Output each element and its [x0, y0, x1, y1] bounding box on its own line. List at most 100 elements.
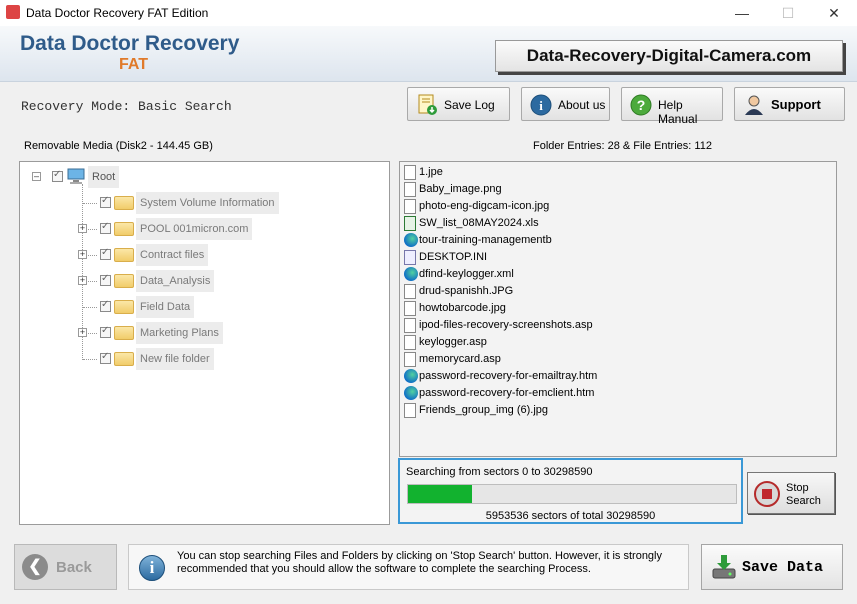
file-list-item[interactable]: ipod-files-recovery-screenshots.asp: [402, 317, 832, 334]
website-banner[interactable]: Data-Recovery-Digital-Camera.com: [495, 40, 843, 72]
file-name: keylogger.asp: [419, 336, 487, 348]
edge-icon: [404, 233, 418, 247]
file-name: DESKTOP.INI: [419, 251, 488, 263]
file-icon: [404, 318, 416, 333]
folder-tree[interactable]: – Root System Volume Information + POOL 00…: [19, 161, 390, 525]
file-icon: [404, 301, 416, 316]
maximize-button[interactable]: ☐: [765, 0, 811, 26]
media-label: Removable Media (Disk2 - 144.45 GB): [24, 140, 213, 152]
tree-folder-label: Contract files: [136, 244, 209, 266]
tree-folder-label: System Volume Information: [136, 192, 279, 214]
folder-checkbox[interactable]: [100, 247, 111, 260]
file-list-item[interactable]: howtobarcode.jpg: [402, 300, 832, 317]
folder-checkbox[interactable]: [100, 351, 111, 364]
about-us-button[interactable]: i About us: [521, 87, 610, 121]
back-button[interactable]: ❮ Back: [14, 544, 117, 590]
folder-icon: [114, 300, 134, 314]
file-name: Baby_image.png: [419, 183, 502, 195]
tree-root[interactable]: – Root: [30, 166, 230, 188]
save-log-label: Save Log: [444, 98, 495, 112]
folder-icon: [114, 326, 134, 340]
sector-count-text: 5953536 sectors of total 30298590: [485, 510, 656, 522]
file-list-item[interactable]: password-recovery-for-emailtray.htm: [402, 368, 832, 385]
svg-text:i: i: [539, 98, 543, 113]
stop-label-line2: Search: [786, 495, 821, 507]
back-arrow-icon: ❮: [22, 554, 48, 580]
folder-checkbox[interactable]: [100, 221, 111, 234]
tree-folder-item[interactable]: + Contract files: [58, 244, 358, 266]
expand-folder-button[interactable]: +: [78, 250, 87, 259]
expand-folder-button[interactable]: +: [78, 328, 87, 337]
folder-icon: [114, 196, 134, 210]
file-icon: [404, 352, 416, 367]
file-list-item[interactable]: photo-eng-digcam-icon.jpg: [402, 198, 832, 215]
file-list-item[interactable]: Baby_image.png: [402, 181, 832, 198]
edge-icon: [404, 267, 418, 281]
save-data-button[interactable]: Save Data: [701, 544, 843, 590]
file-name: dfind-keylogger.xml: [419, 268, 514, 280]
file-list-item[interactable]: tour-training-managementb: [402, 232, 832, 249]
file-list[interactable]: 1.jpe Baby_image.png photo-eng-digcam-icon…: [399, 161, 837, 457]
tree-folder-label: Data_Analysis: [136, 270, 215, 292]
support-person-icon: [745, 95, 763, 115]
save-log-button[interactable]: Save Log: [407, 87, 510, 121]
stop-icon: [754, 481, 780, 507]
file-list-item[interactable]: DESKTOP.INI: [402, 249, 832, 266]
tree-folder-item[interactable]: Field Data: [58, 296, 358, 318]
tree-folder-item[interactable]: + Marketing Plans: [58, 322, 358, 344]
file-list-item[interactable]: password-recovery-for-emclient.htm: [402, 385, 832, 402]
support-button[interactable]: Support: [734, 87, 845, 121]
edge-icon: [404, 386, 418, 400]
file-name: password-recovery-for-emclient.htm: [419, 387, 595, 399]
collapse-root-button[interactable]: –: [32, 172, 41, 181]
folder-icon: [114, 222, 134, 236]
file-list-item[interactable]: keylogger.asp: [402, 334, 832, 351]
progress-bar: [407, 484, 737, 504]
tree-folder-item[interactable]: + POOL 001micron.com: [58, 218, 358, 240]
tree-folder-item[interactable]: New file folder: [58, 348, 358, 370]
expand-folder-button[interactable]: +: [78, 276, 87, 285]
file-name: 1.jpe: [419, 166, 443, 178]
tree-folder-label: POOL 001micron.com: [136, 218, 253, 240]
tree-folder-item[interactable]: System Volume Information: [58, 192, 358, 214]
root-checkbox[interactable]: [52, 169, 63, 182]
help-manual-button[interactable]: ? Help Manual: [621, 87, 723, 126]
tree-line: [83, 203, 97, 204]
progress-bar-fill: [408, 485, 473, 503]
app-header: Data Doctor Recovery FAT Data-Recovery-D…: [0, 26, 857, 82]
save-data-icon: [712, 555, 736, 579]
file-icon: [404, 165, 416, 180]
save-log-icon: [418, 94, 437, 115]
app-icon: [6, 5, 20, 19]
file-list-item[interactable]: Friends_group_img (6).jpg: [402, 402, 832, 419]
expand-folder-button[interactable]: +: [78, 224, 87, 233]
close-button[interactable]: ✕: [811, 0, 857, 26]
file-list-item[interactable]: memorycard.asp: [402, 351, 832, 368]
tree-folder-item[interactable]: + Data_Analysis: [58, 270, 358, 292]
stop-label-line1: Stop: [786, 482, 809, 494]
recovery-mode-label: Recovery Mode: Basic Search: [21, 99, 232, 114]
tree-root-label: Root: [88, 166, 120, 188]
folder-checkbox[interactable]: [100, 325, 111, 338]
folder-checkbox[interactable]: [100, 195, 111, 208]
file-name: howtobarcode.jpg: [419, 302, 506, 314]
folder-checkbox[interactable]: [100, 273, 111, 286]
stop-search-button[interactable]: Stop Search: [747, 472, 835, 514]
file-name: Friends_group_img (6).jpg: [419, 404, 549, 416]
settings-file-icon: [404, 250, 416, 265]
tree-folder-label: New file folder: [136, 348, 214, 370]
file-list-item[interactable]: dfind-keylogger.xml: [402, 266, 832, 283]
window-title: Data Doctor Recovery FAT Edition: [26, 6, 209, 20]
file-icon: [404, 403, 416, 418]
file-list-item[interactable]: drud-spanishh.JPG: [402, 283, 832, 300]
file-list-item[interactable]: SW_list_08MAY2024.xls: [402, 215, 832, 232]
file-icon: [404, 335, 416, 350]
folder-checkbox[interactable]: [100, 299, 111, 312]
title-bar: Data Doctor Recovery FAT Edition — ☐ ✕: [0, 0, 857, 26]
file-name: drud-spanishh.JPG: [419, 285, 514, 297]
minimize-button[interactable]: —: [719, 0, 765, 26]
folder-icon: [114, 274, 134, 288]
file-list-item[interactable]: 1.jpe: [402, 164, 832, 181]
file-icon: [404, 284, 416, 299]
brand-title: Data Doctor Recovery: [20, 32, 240, 55]
